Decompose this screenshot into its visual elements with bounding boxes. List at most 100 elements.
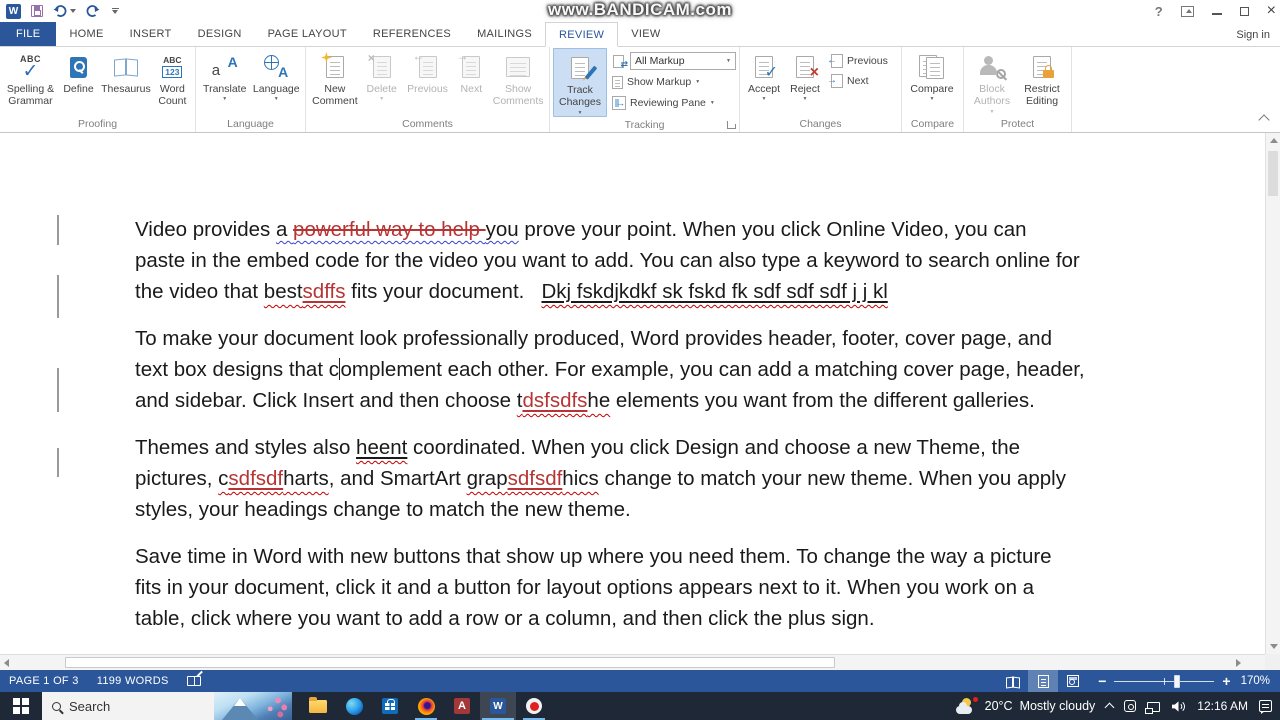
web-layout-button[interactable] bbox=[1058, 670, 1088, 692]
next-change-button[interactable]: Next bbox=[827, 74, 888, 88]
define-icon bbox=[70, 56, 88, 78]
change-bar bbox=[57, 275, 59, 318]
horizontal-scroll-thumb[interactable] bbox=[65, 657, 835, 668]
spelling-grammar-button[interactable]: ABC ✓ Spelling & Grammar bbox=[3, 48, 58, 117]
paragraph[interactable]: Video provides a powerful way to help yo… bbox=[135, 214, 1085, 307]
show-markup-button[interactable]: Show Markup ▼ bbox=[612, 73, 736, 91]
tab-review[interactable]: REVIEW bbox=[545, 22, 619, 47]
proofing-status-button[interactable] bbox=[178, 670, 210, 692]
document-text[interactable]: Video provides a powerful way to help yo… bbox=[135, 214, 1085, 650]
tab-design[interactable]: DESIGN bbox=[185, 22, 255, 46]
quick-access-toolbar: W bbox=[6, 3, 120, 19]
scroll-down-icon[interactable] bbox=[1270, 644, 1278, 649]
restrict-editing-icon bbox=[1033, 56, 1054, 78]
block-authors-button[interactable]: Block Authors ▼ bbox=[967, 48, 1017, 117]
compare-button[interactable]: Compare ▼ bbox=[905, 48, 959, 117]
paragraph[interactable]: To make your document look professionall… bbox=[135, 323, 1085, 416]
taskbar-edge[interactable] bbox=[336, 692, 372, 720]
zoom-percentage[interactable]: 170% bbox=[1241, 675, 1280, 687]
word-count-button[interactable]: ABC 123 Word Count bbox=[153, 48, 192, 117]
tray-expand-icon[interactable] bbox=[1104, 702, 1115, 713]
markup-view-select[interactable]: All Markup ▼ bbox=[630, 52, 736, 70]
weather-widget[interactable]: 20°C Mostly cloudy bbox=[955, 697, 1095, 714]
restore-icon[interactable] bbox=[1239, 3, 1254, 16]
save-icon[interactable] bbox=[31, 5, 43, 17]
vertical-scroll-thumb[interactable] bbox=[1268, 151, 1278, 196]
language-button[interactable]: A Language ▼ bbox=[251, 48, 303, 117]
close-icon[interactable]: × bbox=[1267, 3, 1276, 19]
block-authors-icon bbox=[980, 55, 1006, 79]
track-changes-button[interactable]: Track Changes ▼ bbox=[553, 48, 607, 117]
new-comment-button[interactable]: New Comment bbox=[309, 48, 361, 117]
tab-mailings[interactable]: MAILINGS bbox=[464, 22, 545, 46]
clock[interactable]: 12:16 AM bbox=[1197, 699, 1248, 713]
undo-button[interactable] bbox=[53, 4, 76, 18]
horizontal-scrollbar[interactable] bbox=[0, 654, 1265, 670]
group-title-proofing: Proofing bbox=[77, 118, 118, 130]
define-button[interactable]: Define bbox=[58, 48, 99, 117]
show-markup-icon bbox=[612, 75, 623, 89]
previous-change-button[interactable]: Previous bbox=[827, 54, 888, 68]
paragraph[interactable]: Themes and styles also heent coordinated… bbox=[135, 432, 1085, 525]
redo-icon[interactable] bbox=[86, 4, 100, 18]
show-comments-button[interactable]: Show Comments bbox=[490, 48, 546, 117]
accept-button[interactable]: ✓ Accept ▼ bbox=[743, 48, 785, 117]
reject-button[interactable]: × Reject ▼ bbox=[785, 48, 825, 117]
group-compare: Compare ▼ Compare bbox=[902, 47, 964, 132]
minimize-icon[interactable] bbox=[1211, 13, 1222, 15]
network-icon[interactable] bbox=[1145, 702, 1161, 714]
taskbar-store[interactable] bbox=[372, 692, 408, 720]
zoom-slider-thumb[interactable] bbox=[1174, 674, 1181, 688]
scroll-up-icon[interactable] bbox=[1270, 138, 1278, 143]
word-count-icon: ABC 123 bbox=[162, 55, 183, 78]
tab-references[interactable]: REFERENCES bbox=[360, 22, 464, 46]
tab-insert[interactable]: INSERT bbox=[117, 22, 185, 46]
word-count-indicator[interactable]: 1199 WORDS bbox=[88, 670, 178, 692]
document-page[interactable]: Video provides a powerful way to help yo… bbox=[0, 133, 1280, 670]
taskbar-access[interactable]: A bbox=[444, 692, 480, 720]
print-layout-icon bbox=[1037, 674, 1049, 688]
taskbar-firefox[interactable] bbox=[408, 692, 444, 720]
thesaurus-icon bbox=[114, 59, 138, 76]
customize-qat-icon[interactable] bbox=[110, 7, 120, 15]
previous-change-icon bbox=[827, 54, 843, 68]
tab-page-layout[interactable]: PAGE LAYOUT bbox=[255, 22, 360, 46]
sign-in-link[interactable]: Sign in bbox=[1236, 22, 1270, 47]
zoom-slider[interactable] bbox=[1114, 674, 1215, 688]
zoom-in-button[interactable]: + bbox=[1222, 674, 1230, 688]
help-icon[interactable]: ? bbox=[1155, 4, 1163, 19]
delete-comment-button[interactable]: × Delete ▼ bbox=[361, 48, 403, 117]
print-layout-button[interactable] bbox=[1028, 670, 1059, 692]
read-mode-button[interactable] bbox=[998, 670, 1028, 692]
next-comment-button[interactable]: → Next bbox=[452, 48, 490, 117]
scroll-right-icon[interactable] bbox=[1236, 659, 1241, 667]
tab-home[interactable]: HOME bbox=[56, 22, 116, 46]
word-logo-icon[interactable]: W bbox=[6, 3, 21, 19]
reviewing-pane-button[interactable]: Reviewing Pane▼ bbox=[612, 94, 736, 112]
restrict-editing-button[interactable]: Restrict Editing bbox=[1017, 48, 1067, 117]
tracking-dialog-launcher[interactable] bbox=[727, 121, 736, 129]
page-indicator[interactable]: PAGE 1 OF 3 bbox=[0, 670, 88, 692]
collapse-ribbon-icon[interactable] bbox=[1258, 114, 1270, 126]
action-center-icon[interactable] bbox=[1259, 700, 1272, 714]
paragraph[interactable]: Save time in Word with new buttons that … bbox=[135, 541, 1085, 634]
taskbar-search[interactable]: Search bbox=[42, 692, 292, 720]
ribbon-display-options-icon[interactable] bbox=[1180, 5, 1194, 17]
taskbar-file-explorer[interactable] bbox=[300, 692, 336, 720]
undo-dropdown-icon[interactable] bbox=[70, 9, 76, 13]
thesaurus-button[interactable]: Thesaurus bbox=[99, 48, 153, 117]
scroll-left-icon[interactable] bbox=[4, 659, 9, 667]
vertical-scrollbar[interactable] bbox=[1265, 133, 1280, 654]
taskbar-bandicam[interactable] bbox=[516, 692, 552, 720]
taskbar-apps: A W bbox=[300, 692, 552, 720]
tab-view[interactable]: VIEW bbox=[618, 22, 673, 46]
zoom-out-button[interactable]: − bbox=[1098, 674, 1106, 688]
tray-recorder-icon[interactable] bbox=[1124, 700, 1137, 712]
previous-comment-button[interactable]: ← Previous bbox=[403, 48, 453, 117]
volume-icon[interactable] bbox=[1171, 700, 1186, 713]
translate-button[interactable]: aA Translate ▼ bbox=[199, 48, 251, 117]
tab-file[interactable]: FILE bbox=[0, 22, 57, 46]
start-button[interactable] bbox=[0, 692, 42, 720]
zoom-control: − + bbox=[1088, 674, 1240, 688]
taskbar-word[interactable]: W bbox=[480, 692, 516, 720]
